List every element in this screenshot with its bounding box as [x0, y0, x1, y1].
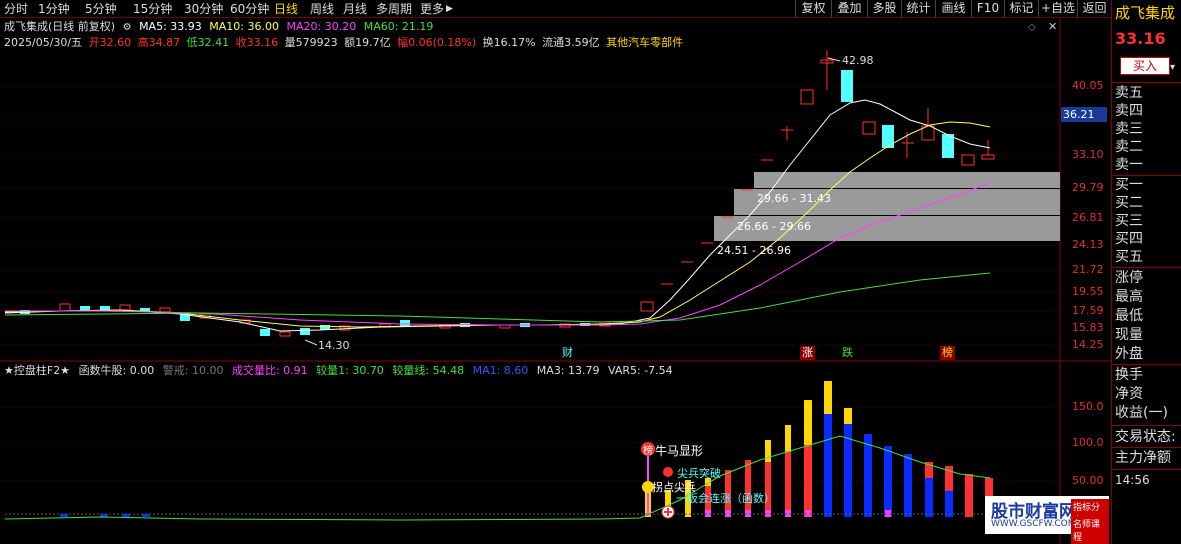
low-pointer: [304, 339, 318, 346]
price-tick: 24.13: [1072, 238, 1104, 251]
buy-level-4: 买四: [1115, 231, 1143, 247]
var5-value: VAR5: -7.54: [608, 364, 673, 377]
tick-time: 14:56: [1115, 473, 1150, 487]
divider: [1112, 469, 1181, 470]
limit-up-label: 一板会连涨（函数）: [676, 492, 775, 505]
indicator-tick: 150.0: [1072, 400, 1104, 413]
vol1-value: 较量1: 30.70: [316, 364, 384, 377]
watermark-logo: 股市财富网 WWW.GSCFW.COM 指标分享 名师课程: [985, 496, 1109, 544]
zone2-label: 26.66 - 29.66: [737, 220, 811, 233]
sell-level-2: 卖二: [1115, 139, 1143, 155]
indicator-legend: ★控盘柱F2★ 函数牛股: 0.00 警戒: 10.00 成交量比: 0.91 …: [4, 364, 678, 378]
zone1-label: 29.66 - 31.43: [757, 192, 831, 205]
divider: [1112, 267, 1181, 268]
warn-value: 警戒: 10.00: [162, 364, 224, 377]
low-annotation: 14.30: [318, 339, 350, 352]
bull-signal-label: 牛马显形: [655, 444, 704, 458]
ma5-line: [4, 99, 991, 332]
indicator-line: [4, 435, 991, 521]
stat-turnover: 换手: [1115, 367, 1143, 383]
price-tick: 19.55: [1072, 285, 1104, 298]
buy-dropdown-icon[interactable]: ▾: [1170, 62, 1175, 73]
stock-name: 成飞集成: [1115, 4, 1176, 22]
stat-current-vol: 现量: [1115, 327, 1143, 343]
zone3-label: 24.51 - 26.96: [717, 244, 791, 257]
stat-net-assets: 净资: [1115, 386, 1143, 402]
price-tick: 21.72: [1072, 263, 1104, 276]
stat-eps: 收益(一): [1115, 405, 1168, 421]
quote-sidebar: 成飞集成 33.16 买入 ▾ 卖五 卖四 卖三 卖二 卖一 买一 买二 买三 …: [1111, 0, 1181, 544]
trade-status: 交易状态:: [1115, 429, 1176, 445]
ma1-value: MA1: 8.60: [472, 364, 529, 377]
spike-break-icon: [663, 467, 673, 477]
buy-button[interactable]: 买入: [1120, 57, 1170, 75]
event-mark-finance[interactable]: 财: [560, 346, 575, 360]
fn-value: 函数牛股: 0.00: [78, 364, 155, 377]
divider: [1112, 425, 1181, 426]
price-tick: 14.25: [1072, 338, 1104, 351]
divider: [1112, 82, 1181, 83]
divider: [1112, 364, 1181, 365]
buy-level-5: 买五: [1115, 249, 1143, 265]
indicator-bars: [60, 381, 993, 517]
event-mark-rise[interactable]: 涨: [800, 346, 815, 360]
price-tick: 29.79: [1072, 181, 1104, 194]
price-tick: 26.81: [1072, 211, 1104, 224]
watermark-url: WWW.GSCFW.COM: [991, 519, 1076, 529]
event-mark-rank[interactable]: 榜: [940, 346, 955, 360]
current-price-marker: 36.21: [1061, 107, 1107, 122]
sell-level-4: 卖四: [1115, 103, 1143, 119]
sell-level-5: 卖五: [1115, 85, 1143, 101]
price-tick: 17.59: [1072, 304, 1104, 317]
kline-chart[interactable]: 42.98 14.30 29.66 - 31.43 26.66 - 29.66 …: [0, 0, 1111, 544]
bang-signal-label: 榜: [643, 446, 653, 457]
stat-low: 最低: [1115, 308, 1143, 324]
ma3-value: MA3: 13.79: [536, 364, 600, 377]
volline-value: 较量线: 54.48: [392, 364, 465, 377]
buy-level-2: 买二: [1115, 195, 1143, 211]
buy-level-1: 买一: [1115, 177, 1143, 193]
indicator-name[interactable]: ★控盘柱F2★: [4, 364, 70, 377]
stock-price: 33.16: [1115, 29, 1166, 48]
ma60-line: [4, 272, 991, 323]
stat-outer: 外盘: [1115, 346, 1143, 362]
divider: [1112, 447, 1181, 448]
stat-high: 最高: [1115, 289, 1143, 305]
high-annotation: 42.98: [842, 54, 874, 67]
price-tick: 15.83: [1072, 321, 1104, 334]
main-net-amount: 主力净额: [1115, 450, 1171, 466]
price-tick: 40.05: [1072, 79, 1104, 92]
sell-level-3: 卖三: [1115, 121, 1143, 137]
indicator-tick: 50.00: [1072, 474, 1104, 487]
indicator-tick: 100.0: [1072, 436, 1104, 449]
sell-level-1: 卖一: [1115, 157, 1143, 173]
price-tick: 33.10: [1072, 148, 1104, 161]
event-mark-fall[interactable]: 跌: [840, 346, 855, 360]
stat-limit-up: 涨停: [1115, 270, 1143, 286]
buy-level-3: 买三: [1115, 213, 1143, 229]
support-zone-1: [754, 172, 1060, 188]
ratio-value: 成交量比: 0.91: [231, 364, 308, 377]
price-gridlines: [0, 85, 1060, 482]
watermark-tag-course: 名师课程: [1071, 516, 1109, 544]
